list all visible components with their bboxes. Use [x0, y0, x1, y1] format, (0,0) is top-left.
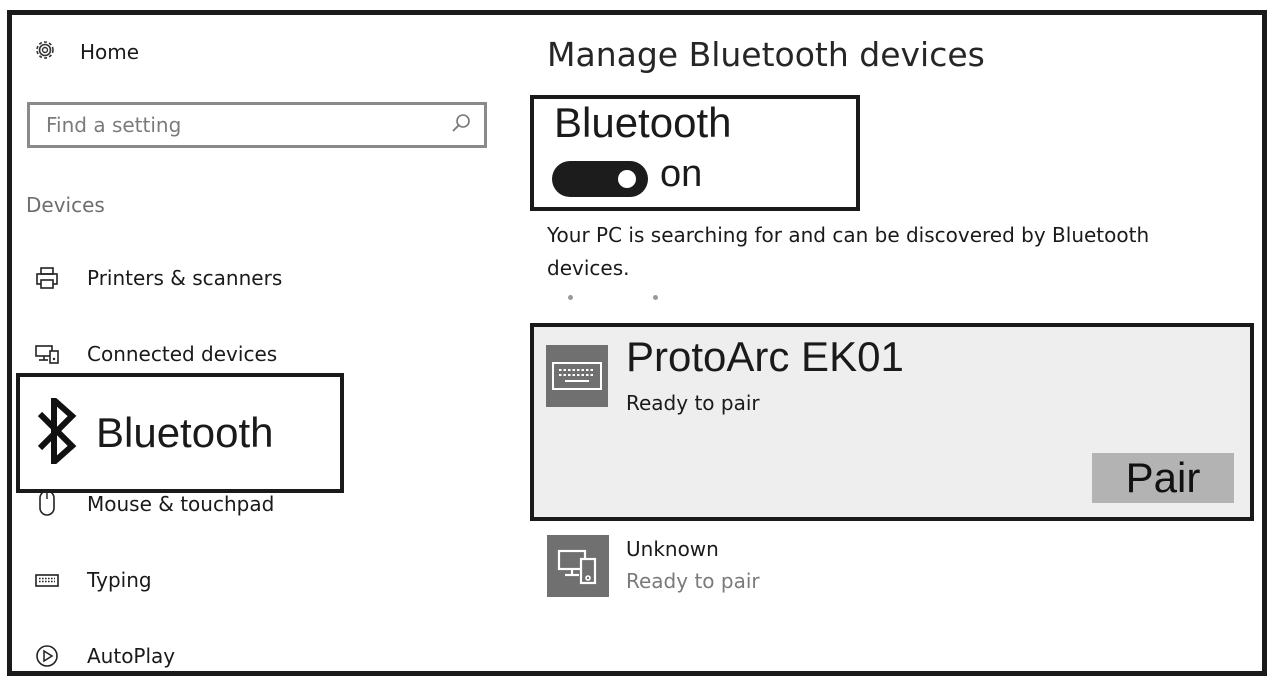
device-status: Ready to pair: [626, 391, 760, 415]
pc-phone-device-icon: [547, 535, 609, 597]
keyboard-icon: [32, 565, 62, 595]
nav-home-label: Home: [80, 40, 140, 64]
progress-dot: [653, 295, 658, 300]
search-input[interactable]: Find a setting: [27, 102, 487, 148]
progress-dot: [568, 295, 573, 300]
connected-devices-icon: [32, 339, 62, 369]
device-name: Unknown: [626, 537, 719, 561]
bluetooth-toggle-switch[interactable]: [552, 161, 648, 197]
sidebar-item-mouse-touchpad[interactable]: Mouse & touchpad: [32, 489, 274, 519]
keyboard-device-icon: [546, 345, 608, 407]
gear-icon: [32, 37, 58, 67]
sidebar-item-label: Printers & scanners: [87, 266, 283, 290]
mouse-icon: [32, 489, 62, 519]
sidebar-item-label: Connected devices: [87, 342, 278, 366]
discovery-status-text: Your PC is searching for and can be disc…: [547, 223, 1150, 280]
device-name: ProtoArc EK01: [626, 333, 904, 380]
sidebar-item-connected-devices[interactable]: Connected devices: [32, 339, 277, 369]
sidebar-item-bluetooth[interactable]: Bluetooth: [16, 373, 344, 493]
sidebar-item-autoplay[interactable]: AutoPlay: [32, 641, 175, 671]
bluetooth-toggle-panel: Bluetooth on: [530, 95, 860, 211]
sidebar-item-label: Mouse & touchpad: [87, 492, 275, 516]
sidebar-item-label: Bluetooth: [96, 409, 274, 456]
autoplay-icon: [32, 641, 62, 671]
toggle-knob: [618, 170, 636, 188]
sidebar-item-label: Typing: [87, 568, 152, 592]
printer-icon: [32, 263, 62, 293]
settings-window: Home Find a setting Devices Printers & s…: [7, 10, 1267, 676]
bluetooth-toggle-state: on: [660, 153, 703, 195]
bluetooth-icon: [34, 393, 78, 469]
page-title: Manage Bluetooth devices: [547, 35, 985, 74]
search-icon[interactable]: [450, 112, 472, 138]
sidebar-item-label: AutoPlay: [87, 644, 176, 668]
nav-home[interactable]: Home: [32, 37, 139, 67]
pair-button[interactable]: Pair: [1092, 453, 1234, 503]
sidebar-item-typing[interactable]: Typing: [32, 565, 152, 595]
bluetooth-toggle-label: Bluetooth: [554, 99, 732, 146]
device-status: Ready to pair: [626, 569, 760, 593]
device-item-protoarc-ek01[interactable]: ProtoArc EK01 Ready to pair Pair: [530, 323, 1254, 521]
section-title-devices: Devices: [26, 193, 105, 217]
sidebar-item-printers[interactable]: Printers & scanners: [32, 263, 282, 293]
device-item-unknown[interactable]: Unknown Ready to pair: [547, 531, 1247, 601]
search-placeholder: Find a setting: [46, 113, 182, 137]
